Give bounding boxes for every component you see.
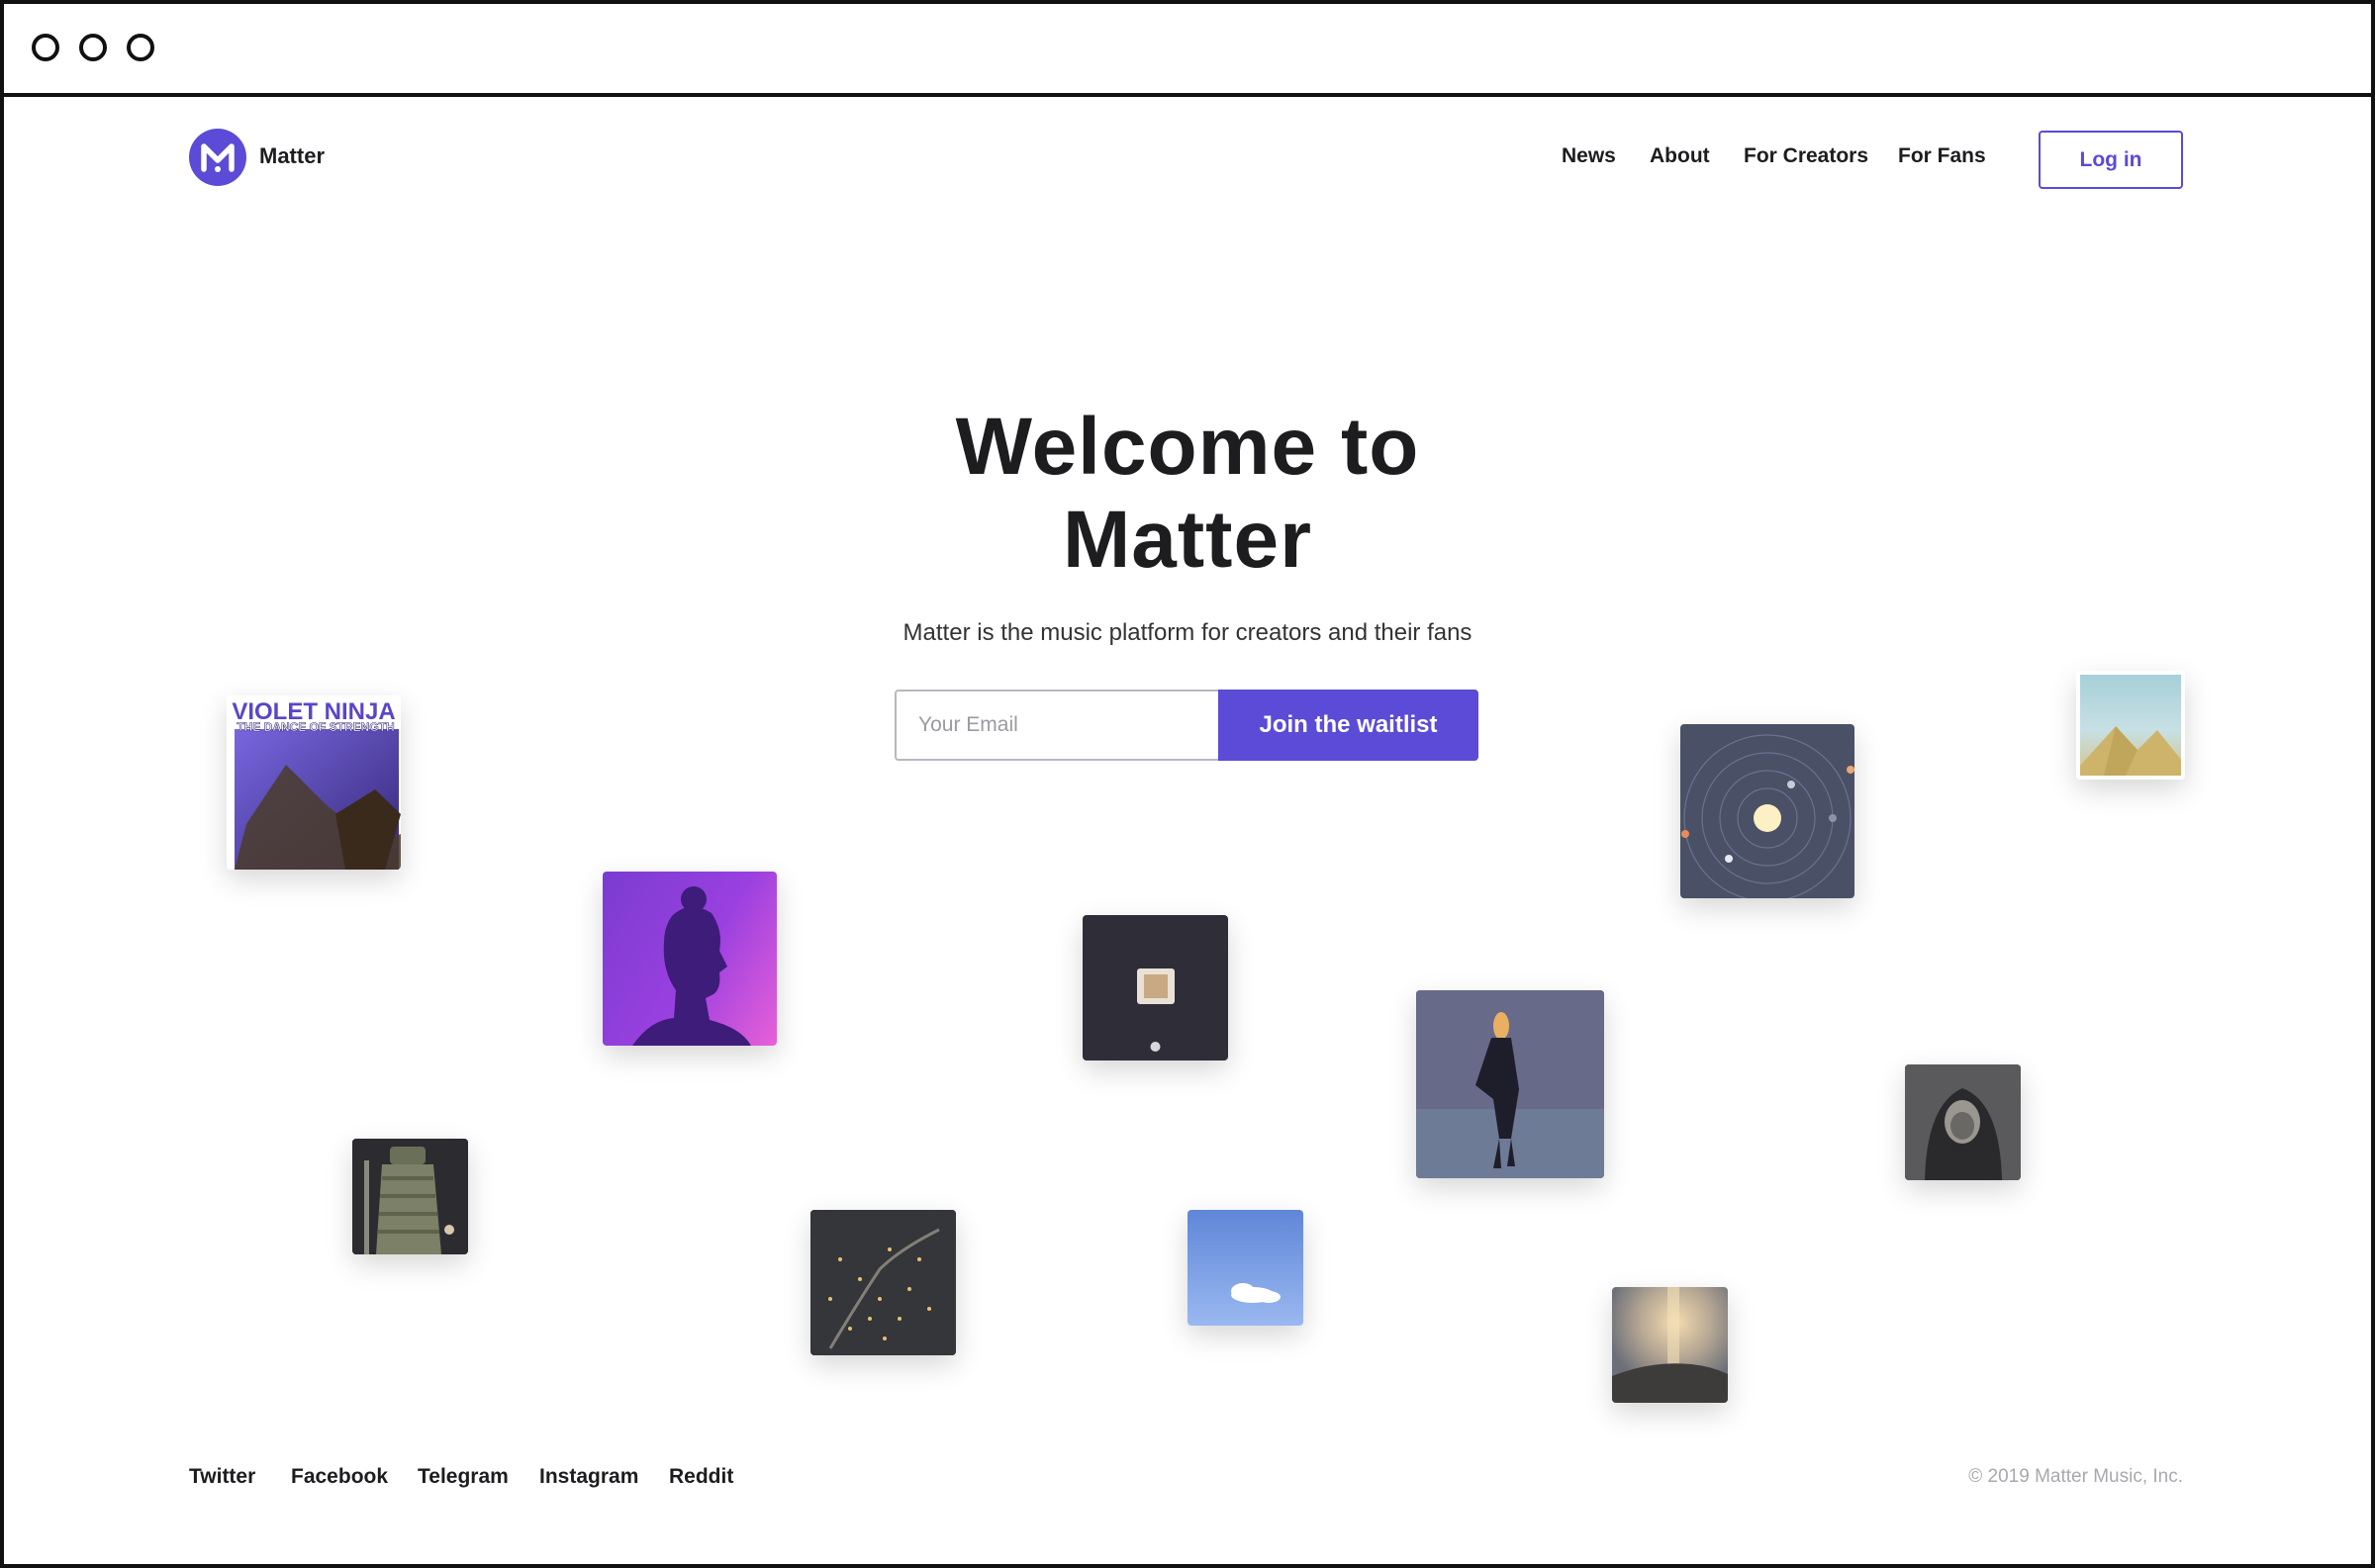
footer-link-telegram[interactable]: Telegram bbox=[418, 1465, 509, 1489]
artwork-hill-sunset[interactable] bbox=[1612, 1287, 1728, 1403]
footer-link-instagram[interactable]: Instagram bbox=[539, 1465, 638, 1489]
artwork-city-night[interactable] bbox=[810, 1210, 956, 1355]
orbit-image bbox=[1681, 734, 1854, 898]
hooded-figure-image bbox=[1905, 1064, 2021, 1180]
silhouette-image bbox=[632, 886, 751, 1046]
footer-link-facebook[interactable]: Facebook bbox=[291, 1465, 388, 1489]
window-close-icon[interactable] bbox=[32, 34, 59, 61]
email-input[interactable] bbox=[895, 690, 1219, 761]
browser-title-bar bbox=[4, 4, 2371, 97]
copyright-text: © 2019 Matter Music, Inc. bbox=[1968, 1466, 2183, 1487]
hero-title-line-1: Welcome to bbox=[955, 402, 1420, 492]
artwork-dark-square[interactable] bbox=[1083, 915, 1228, 1061]
nav-for-fans[interactable]: For Fans bbox=[1898, 144, 1986, 168]
artwork-hooded-figure[interactable] bbox=[1905, 1064, 2021, 1180]
artwork-violet-ninja[interactable]: VIOLET NINJA THE DANCE OF STRENGTH bbox=[227, 695, 401, 870]
footer-link-twitter[interactable]: Twitter bbox=[189, 1465, 255, 1489]
hero-title-line-2: Matter bbox=[1062, 495, 1313, 585]
pyramids-image bbox=[2080, 675, 2181, 776]
logo-m-glyph bbox=[201, 143, 235, 172]
violet-ninja-cover-image: VIOLET NINJA THE DANCE OF STRENGTH bbox=[231, 695, 401, 870]
hill-sunset-image bbox=[1612, 1287, 1728, 1403]
hero-subtitle: Matter is the music platform for creator… bbox=[902, 619, 1472, 646]
sky-clouds-image bbox=[1188, 1210, 1303, 1326]
artwork-purple-silhouette[interactable] bbox=[603, 872, 777, 1046]
footer-link-reddit[interactable]: Reddit bbox=[669, 1465, 733, 1489]
artwork-field-figure[interactable] bbox=[1416, 990, 1604, 1178]
dark-cover-image bbox=[1137, 968, 1175, 1052]
artwork-soldier[interactable] bbox=[352, 1139, 468, 1254]
window-maximize-icon[interactable] bbox=[127, 34, 154, 61]
login-button[interactable]: Log in bbox=[2039, 131, 2183, 189]
join-waitlist-button[interactable]: Join the waitlist bbox=[1218, 690, 1478, 761]
window-minimize-icon[interactable] bbox=[79, 34, 107, 61]
nav-news[interactable]: News bbox=[1562, 144, 1616, 168]
matter-logo-icon[interactable] bbox=[189, 129, 246, 186]
artwork-sky-clouds[interactable] bbox=[1188, 1210, 1303, 1326]
nav-for-creators[interactable]: For Creators bbox=[1744, 144, 1868, 168]
violet-ninja-subtitle: THE DANCE OF STRENGTH bbox=[237, 720, 394, 734]
city-night-image bbox=[810, 1210, 956, 1355]
field-figure-image bbox=[1416, 990, 1604, 1178]
nav-about[interactable]: About bbox=[1650, 144, 1710, 168]
artwork-orbit[interactable] bbox=[1680, 724, 1854, 898]
artwork-pyramids[interactable] bbox=[2076, 671, 2185, 780]
hero-title: Welcome to Matter bbox=[693, 401, 1682, 587]
soldier-image bbox=[352, 1139, 468, 1254]
brand-name[interactable]: Matter bbox=[259, 143, 325, 169]
